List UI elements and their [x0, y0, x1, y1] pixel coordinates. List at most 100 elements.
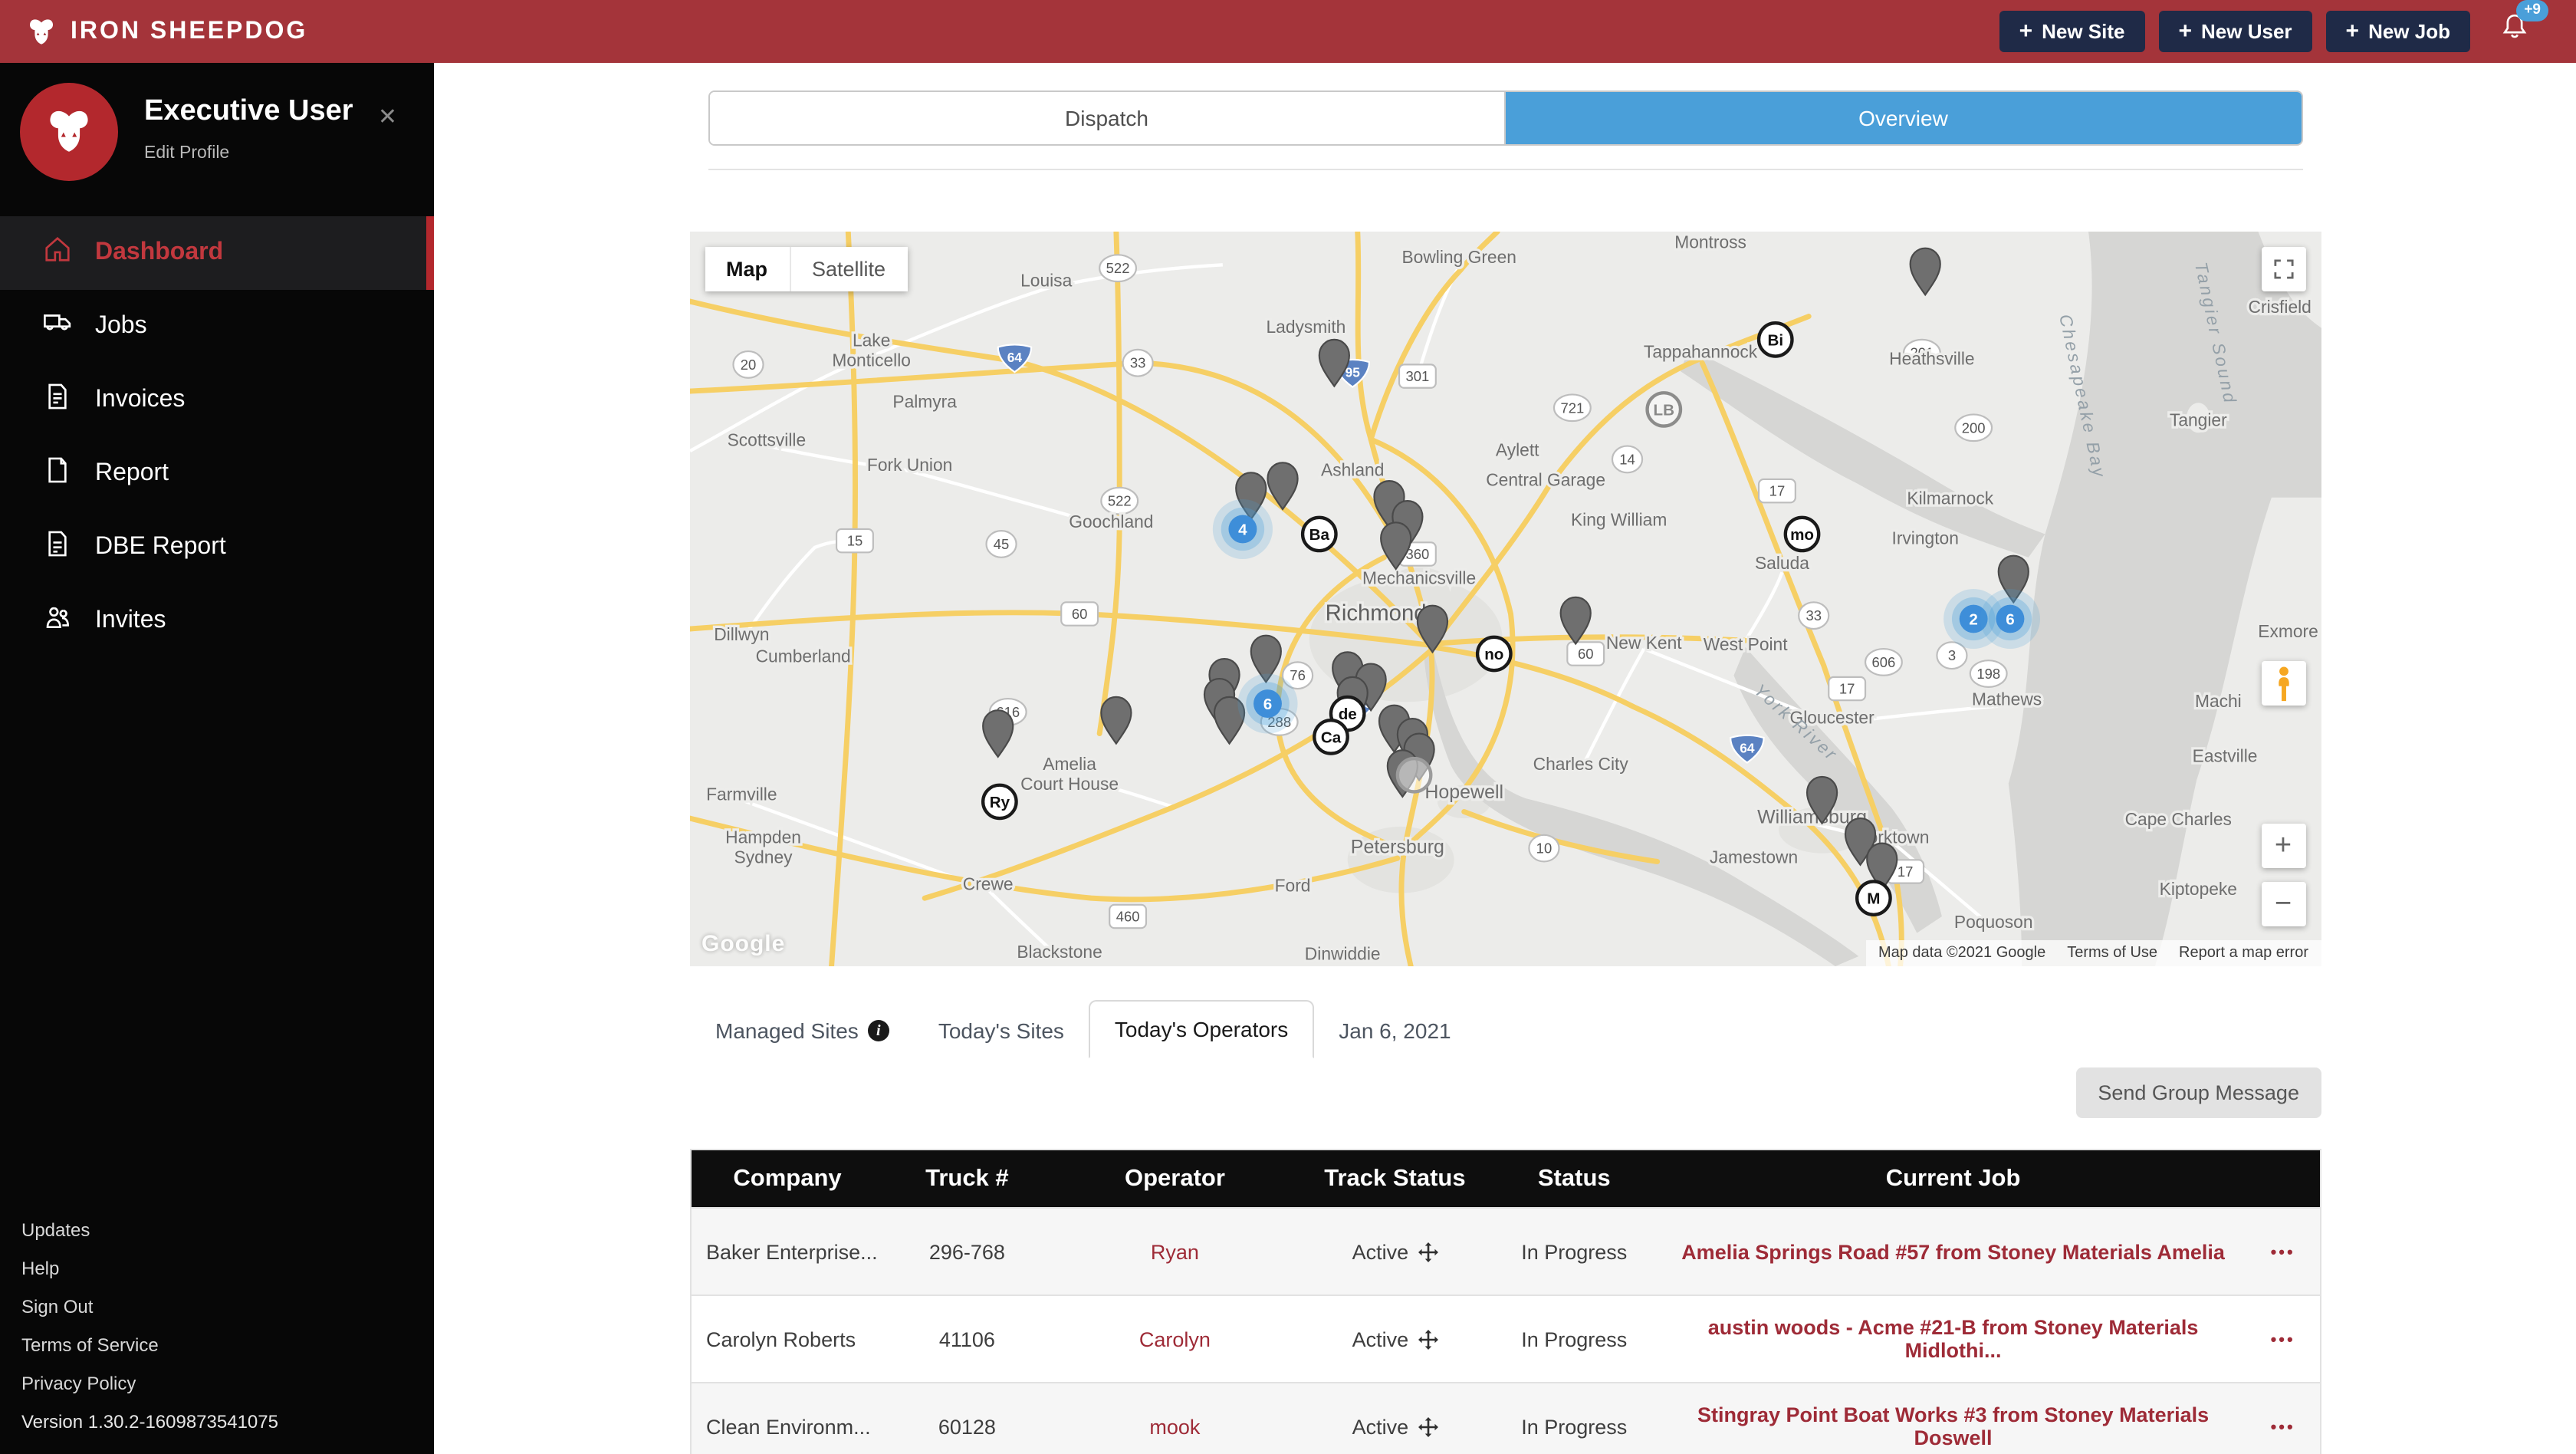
map-site-marker[interactable]: Ba	[1300, 515, 1337, 553]
map-pin[interactable]	[981, 709, 1014, 758]
footer-link-privacy-policy[interactable]: Privacy Policy	[21, 1365, 278, 1403]
route-shield: 200	[1953, 413, 1993, 442]
map-site-marker-faded[interactable]: LB	[1644, 391, 1682, 428]
status-cell: In Progress	[1488, 1382, 1660, 1454]
map-town-label: Scottsville	[727, 430, 806, 450]
table-header: Company Truck # Operator Track Status Status…	[690, 1150, 2320, 1208]
plus-icon: +	[2019, 18, 2033, 44]
sidebar-item-invoices[interactable]: Invoices	[0, 364, 434, 437]
footer-link-updates[interactable]: Updates	[21, 1212, 278, 1250]
truck-cell: 296-768	[886, 1207, 1049, 1295]
edit-profile-link[interactable]: Edit Profile	[144, 144, 412, 163]
dbe-report-icon	[43, 529, 72, 566]
tab-overview[interactable]: Overview	[1506, 92, 2301, 144]
map-pin[interactable]	[1099, 696, 1132, 745]
map-type-map-button[interactable]: Map	[705, 247, 789, 291]
map-cluster-marker[interactable]: 6	[1979, 588, 2040, 650]
svg-text:15: 15	[846, 533, 863, 549]
map-data-label: Map data ©2021 Google	[1878, 945, 2046, 962]
current-job-link[interactable]: Amelia Springs Road #57 from Stoney Mate…	[1681, 1240, 2225, 1263]
map-town-label: Kilmarnock	[1906, 488, 1993, 508]
map-town-label: Palmyra	[892, 392, 956, 412]
map-cluster-marker[interactable]: 4	[1211, 498, 1272, 559]
svg-text:2: 2	[1968, 611, 1976, 629]
map-site-marker[interactable]: Bi	[1756, 321, 1793, 358]
map-town-label: Montross	[1674, 232, 1746, 252]
route-shield: 60	[1566, 641, 1605, 666]
map-site-marker[interactable]: M	[1855, 880, 1891, 916]
operator-link[interactable]: Carolyn	[1139, 1327, 1211, 1350]
operator-link[interactable]: Ryan	[1151, 1240, 1199, 1263]
svg-text:33: 33	[1129, 355, 1145, 371]
svg-text:721: 721	[1559, 400, 1583, 416]
svg-text:6: 6	[2005, 611, 2013, 629]
map-town-label: Irvington	[1891, 528, 1957, 548]
notifications-bell[interactable]: +9	[2499, 0, 2548, 51]
track-status: Active	[1352, 1327, 1438, 1350]
svg-text:60: 60	[1577, 646, 1593, 662]
attribution-link[interactable]: Report a map error	[2179, 945, 2308, 962]
close-icon[interactable]: ✕	[378, 103, 397, 130]
svg-text:10: 10	[1536, 840, 1552, 857]
sidebar-item-label: Dashboard	[95, 239, 224, 265]
map-pin[interactable]	[1908, 247, 1940, 297]
map-site-marker[interactable]: mo	[1783, 515, 1820, 553]
map-site-marker[interactable]: Ry	[980, 783, 1017, 821]
map[interactable]: 6495295643011715603606017460175223320721…	[689, 232, 2321, 966]
truck-icon	[43, 308, 72, 345]
operator-link[interactable]: mook	[1149, 1415, 1200, 1438]
report-icon	[43, 456, 72, 492]
new-user-button[interactable]: + New User	[2158, 11, 2312, 52]
zoom-in-button[interactable]: +	[2261, 824, 2305, 868]
job-cell: Stingray Point Boat Works #3 from Stoney…	[1659, 1382, 2247, 1454]
route-shield: 15	[835, 528, 873, 554]
map-site-marker[interactable]: no	[1474, 635, 1512, 673]
tab-managed-sites[interactable]: Managed Sites i	[691, 1003, 914, 1058]
company-cell: Clean Environm...	[690, 1382, 886, 1454]
svg-text:M: M	[1866, 890, 1879, 908]
map-town-label: Aylett	[1495, 440, 1539, 460]
map-site-marker[interactable]: Ca	[1312, 719, 1349, 755]
new-site-button[interactable]: + New Site	[1999, 11, 2145, 52]
tab-jan-6-2021[interactable]: Jan 6, 2021	[1314, 1003, 1475, 1058]
zoom-out-button[interactable]: −	[2261, 882, 2305, 926]
sidebar-item-invites[interactable]: Invites	[0, 584, 434, 658]
main-content: Dispatch Overview 64 95 64 301 17 15 60 …	[434, 63, 2576, 1454]
map-town-label: Tangier	[2169, 410, 2226, 430]
tab-today-s-operators[interactable]: Today's Operators	[1088, 1000, 1315, 1058]
svg-text:17: 17	[1838, 681, 1855, 697]
row-menu-button[interactable]: •••	[2262, 1417, 2305, 1439]
move-icon	[1418, 1242, 1438, 1262]
tab-dispatch[interactable]: Dispatch	[709, 92, 1506, 144]
sidebar-item-report[interactable]: Report	[0, 437, 434, 511]
svg-text:360: 360	[1405, 546, 1429, 562]
sidebar-item-jobs[interactable]: Jobs	[0, 290, 434, 364]
map-cluster-marker[interactable]: 6	[1237, 673, 1297, 734]
google-logo: Google	[702, 931, 786, 957]
footer-link-sign-out[interactable]: Sign Out	[21, 1288, 278, 1327]
send-group-message-button[interactable]: Send Group Message	[2076, 1067, 2321, 1118]
row-menu-button[interactable]: •••	[2262, 1242, 2305, 1264]
footer-link-help[interactable]: Help	[21, 1250, 278, 1288]
sidebar-item-label: Invoices	[95, 387, 186, 413]
topbar-actions: + New Site + New User + New Job +9	[1999, 0, 2555, 52]
truck-cell: 41106	[886, 1294, 1049, 1383]
new-job-button[interactable]: + New Job	[2325, 11, 2470, 52]
attribution-link[interactable]: Terms of Use	[2067, 945, 2157, 962]
job-cell: austin woods - Acme #21-B from Stoney Ma…	[1659, 1294, 2247, 1383]
map-town-label: Sydney	[734, 847, 793, 867]
pegman-control[interactable]	[2261, 661, 2305, 706]
current-job-link[interactable]: Stingray Point Boat Works #3 from Stoney…	[1697, 1403, 2209, 1449]
sidebar-item-dashboard[interactable]: Dashboard	[0, 216, 434, 290]
tab-today-s-sites[interactable]: Today's Sites	[914, 1003, 1089, 1058]
menu-cell: •••	[2246, 1294, 2320, 1383]
column-header: Status	[1488, 1150, 1660, 1208]
row-menu-button[interactable]: •••	[2262, 1330, 2305, 1351]
fullscreen-button[interactable]	[2261, 247, 2305, 291]
sidebar-item-dbe-report[interactable]: DBE Report	[0, 511, 434, 584]
map-empty-marker[interactable]	[1395, 756, 1432, 794]
footer-link-terms-of-service[interactable]: Terms of Service	[21, 1327, 278, 1365]
current-job-link[interactable]: austin woods - Acme #21-B from Stoney Ma…	[1708, 1316, 2199, 1362]
map-type-satellite-button[interactable]: Satellite	[789, 247, 908, 291]
map-town-label: Cumberland	[755, 646, 850, 666]
